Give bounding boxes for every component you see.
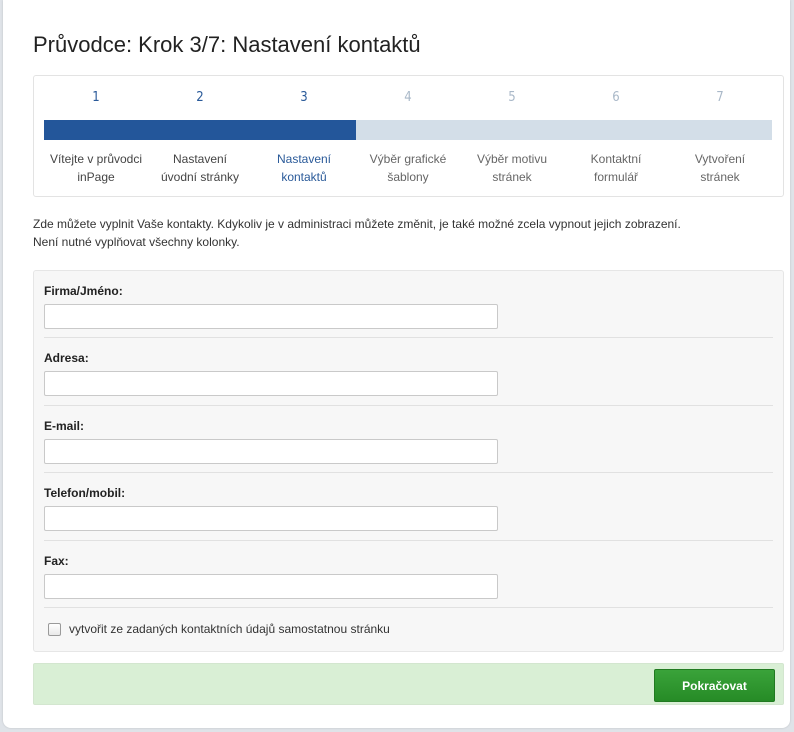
contact-form: Firma/Jméno: Adresa: E-mail: Telefon/mob… bbox=[33, 270, 784, 652]
wizard-progress-fill bbox=[44, 120, 356, 140]
step-label-2: Nastavení úvodní stránky bbox=[160, 152, 240, 184]
intro-line-1: Zde můžete vyplnit Vaše kontakty. Kdykol… bbox=[33, 217, 681, 231]
intro-text: Zde můžete vyplnit Vaše kontakty. Kdykol… bbox=[33, 215, 773, 251]
step-number-3: 3 bbox=[300, 90, 308, 105]
create-page-checkbox-label[interactable]: vytvořit ze zadaných kontaktních údajů s… bbox=[69, 622, 390, 636]
address-input[interactable] bbox=[44, 371, 498, 396]
email-label: E-mail: bbox=[44, 419, 85, 433]
email-field-group: E-mail: bbox=[44, 418, 773, 464]
create-page-option[interactable]: vytvořit ze zadaných kontaktních údajů s… bbox=[48, 621, 390, 637]
divider bbox=[44, 472, 773, 473]
continue-button[interactable]: Pokračovat bbox=[654, 669, 775, 702]
fax-field-group: Fax: bbox=[44, 553, 773, 599]
create-page-checkbox[interactable] bbox=[48, 622, 61, 636]
divider bbox=[44, 540, 773, 541]
address-label: Adresa: bbox=[44, 351, 89, 365]
step-label-6: Kontaktní formulář bbox=[590, 152, 642, 184]
divider bbox=[44, 337, 773, 338]
phone-label: Telefon/mobil: bbox=[44, 486, 126, 500]
step-numbers: 1 2 3 4 5 6 7 bbox=[44, 90, 772, 108]
step-label-7: Vytvoření stránek bbox=[694, 152, 746, 184]
step-number-2: 2 bbox=[196, 90, 204, 105]
wizard-window: Průvodce: Krok 3/7: Nastavení kontaktů 1… bbox=[3, 0, 790, 728]
step-label-3: Nastavení kontaktů bbox=[276, 152, 332, 184]
company-label: Firma/Jméno: bbox=[44, 284, 123, 298]
address-field-group: Adresa: bbox=[44, 350, 773, 396]
fax-input[interactable] bbox=[44, 574, 498, 599]
company-field-group: Firma/Jméno: bbox=[44, 283, 773, 329]
phone-input[interactable] bbox=[44, 506, 498, 531]
fax-label: Fax: bbox=[44, 554, 69, 568]
step-number-6: 6 bbox=[612, 90, 620, 105]
step-number-4: 4 bbox=[404, 90, 412, 105]
phone-field-group: Telefon/mobil: bbox=[44, 485, 773, 531]
step-labels: Vítejte v průvodci inPage Nastavení úvod… bbox=[44, 150, 772, 186]
intro-line-2: Není nutné vyplňovat všechny kolonky. bbox=[33, 235, 240, 249]
step-label-4: Výběr grafické šablony bbox=[369, 152, 447, 184]
email-input[interactable] bbox=[44, 439, 498, 464]
divider bbox=[44, 607, 773, 608]
step-label-5: Výběr motivu stránek bbox=[476, 152, 548, 184]
page-title: Průvodce: Krok 3/7: Nastavení kontaktů bbox=[33, 32, 421, 57]
company-input[interactable] bbox=[44, 304, 498, 329]
wizard-steps: 1 2 3 4 5 6 7 Vítejte v průvodci inPage … bbox=[33, 75, 784, 197]
divider bbox=[44, 405, 773, 406]
step-number-7: 7 bbox=[716, 90, 724, 105]
step-label-1: Vítejte v průvodci inPage bbox=[49, 152, 143, 184]
form-actions-bar: Pokračovat bbox=[33, 663, 784, 705]
wizard-progress-bar bbox=[44, 120, 772, 140]
step-number-1: 1 bbox=[92, 90, 100, 105]
step-number-5: 5 bbox=[508, 90, 516, 105]
